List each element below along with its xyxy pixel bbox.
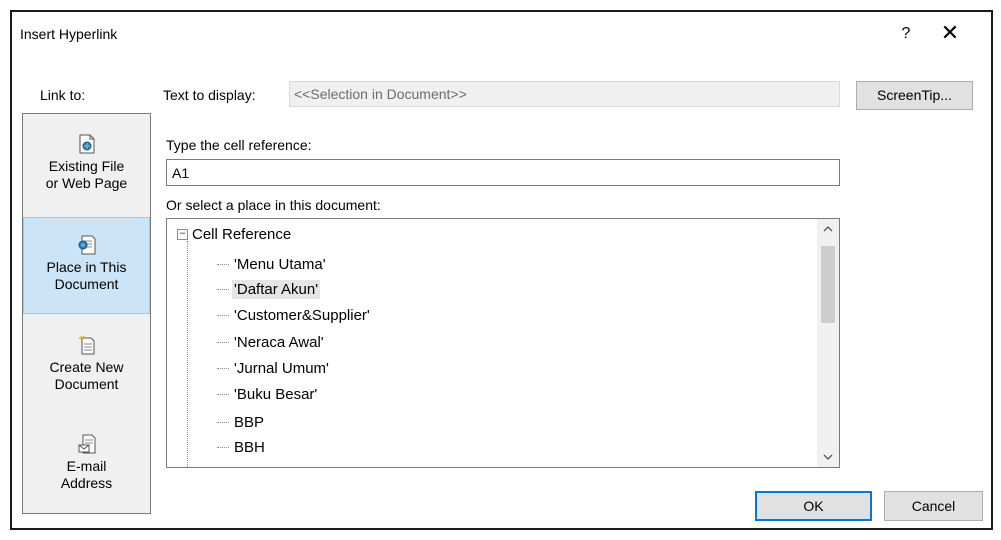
tree-item-label: 'Neraca Awal' xyxy=(234,333,324,351)
tree-root-label: Cell Reference xyxy=(192,225,292,243)
help-button[interactable]: ? xyxy=(891,19,921,49)
link-to-panel: Existing File or Web Page Place in This … xyxy=(22,113,151,514)
link-email-address-label: E-mail Address xyxy=(60,458,113,491)
cancel-button[interactable]: Cancel xyxy=(884,491,983,521)
tree-item-neraca-awal[interactable]: 'Neraca Awal' xyxy=(217,330,326,354)
tree-item-label: 'Daftar Akun' xyxy=(232,279,321,299)
new-document-icon xyxy=(78,335,94,355)
text-to-display-label: Text to display: xyxy=(163,87,256,103)
email-icon xyxy=(78,434,95,454)
scroll-down-icon[interactable] xyxy=(817,447,839,467)
cell-reference-input[interactable] xyxy=(166,159,840,186)
link-existing-file-label: Existing File or Web Page xyxy=(45,158,128,191)
tree-connector xyxy=(217,367,229,369)
link-email-address[interactable]: E-mail Address xyxy=(23,434,150,492)
link-place-in-document-label: Place in This Document xyxy=(46,259,127,292)
place-in-document-icon xyxy=(78,235,95,255)
link-place-in-document[interactable]: Place in This Document xyxy=(23,217,150,314)
place-in-document-label: Or select a place in this document: xyxy=(166,197,381,213)
tree-item-label: 'Buku Besar' xyxy=(234,385,318,403)
tree-connector xyxy=(217,341,229,343)
ok-button[interactable]: OK xyxy=(755,491,872,521)
cell-reference-label: Type the cell reference: xyxy=(166,137,312,153)
link-create-new-document-label: Create New Document xyxy=(49,359,124,392)
tree-connector xyxy=(217,421,229,423)
link-existing-file[interactable]: Existing File or Web Page xyxy=(23,134,150,192)
tree-item-label: BBH xyxy=(234,438,265,456)
text-to-display-input[interactable] xyxy=(289,81,840,107)
tree-item-label: 'Customer&Supplier' xyxy=(234,306,370,324)
document-place-tree[interactable]: − Cell Reference 'Menu Utama' 'Daftar Ak… xyxy=(166,218,840,468)
dialog-title: Insert Hyperlink xyxy=(20,26,118,42)
tree-scrollbar[interactable] xyxy=(817,219,839,467)
tree-item-bbp[interactable]: BBP xyxy=(217,410,266,434)
link-create-new-document[interactable]: Create New Document xyxy=(23,335,150,393)
tree-connector xyxy=(217,288,229,290)
tree-item-customer-supplier[interactable]: 'Customer&Supplier' xyxy=(217,303,372,327)
tree-connector xyxy=(217,446,229,448)
tree-root-cell-reference[interactable]: − Cell Reference xyxy=(177,224,291,244)
link-to-label: Link to: xyxy=(40,87,86,103)
tree-item-bbh[interactable]: BBH xyxy=(217,435,267,459)
tree-item-label: 'Jurnal Umum' xyxy=(234,359,329,377)
tree-item-daftar-akun[interactable]: 'Daftar Akun' xyxy=(217,277,321,301)
tree-item-label: 'Menu Utama' xyxy=(234,255,326,273)
existing-file-icon xyxy=(79,134,94,154)
close-button[interactable]: ✕ xyxy=(930,19,970,49)
scroll-up-icon[interactable] xyxy=(817,219,839,239)
tree-connector xyxy=(217,393,229,395)
collapse-icon[interactable]: − xyxy=(177,228,188,240)
tree-item-buku-besar[interactable]: 'Buku Besar' xyxy=(217,382,319,406)
tree-item-label: BBP xyxy=(234,413,265,431)
screentip-button[interactable]: ScreenTip... xyxy=(856,81,973,110)
scroll-thumb[interactable] xyxy=(821,246,835,323)
tree-connector xyxy=(217,263,229,265)
tree-guide-line xyxy=(187,241,188,467)
tree-item-jurnal-umum[interactable]: 'Jurnal Umum' xyxy=(217,356,331,380)
tree-item-menu-utama[interactable]: 'Menu Utama' xyxy=(217,252,328,276)
tree-connector xyxy=(217,314,229,316)
